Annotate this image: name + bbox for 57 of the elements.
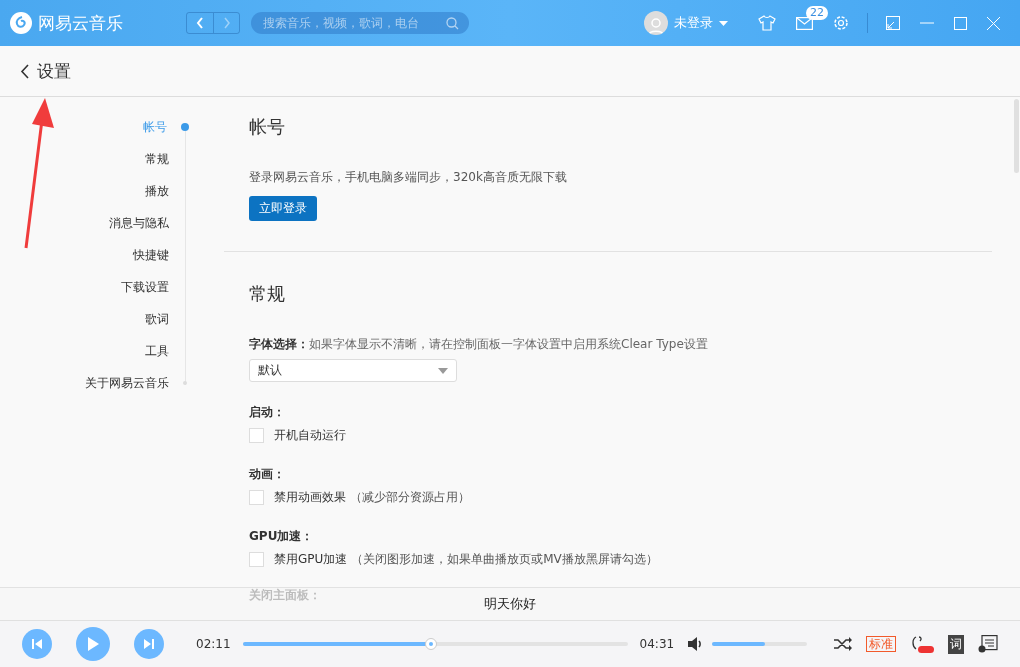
checkbox[interactable] [249,428,264,443]
lyric-button[interactable]: 词 [948,634,964,654]
skip-back-icon[interactable] [32,639,42,649]
account-description: 登录网易云音乐，手机电脑多端同步，320k高音质无限下载 [249,169,568,186]
play-icon[interactable] [87,637,99,651]
lyric-line: 明天你好 [484,595,536,613]
previous-button[interactable] [22,629,52,659]
slider-handle[interactable] [425,638,438,650]
section-title: 帐号 [249,115,286,139]
mini-mode-icon[interactable] [886,16,900,30]
font-dropdown[interactable]: 默认 [249,359,457,382]
search-icon [446,16,459,30]
setting-label: GPU加速： [249,528,315,545]
caret-icon[interactable] [438,367,448,374]
checkbox-label[interactable]: 禁用GPU加速 （关闭图形加速，如果单曲播放页或MV播放黑屏请勾选） [274,551,658,568]
settings-nav-item[interactable]: 下载设置 [0,271,188,303]
settings-nav-item[interactable]: 消息与隐私 [0,207,188,239]
elapsed-time: 02:11 [196,637,231,651]
settings-nav-item[interactable]: 常规 [0,143,188,175]
chevron-left-icon[interactable] [196,17,204,29]
shuffle-icon[interactable] [834,637,852,651]
setting-label: 动画： [249,466,286,483]
checkbox[interactable] [249,552,264,567]
playlist-icon[interactable] [978,635,998,653]
total-time: 04:31 [639,637,675,651]
play-button[interactable] [76,627,110,661]
login-button[interactable]: 立即登录 [249,196,317,221]
close-icon[interactable] [987,16,1000,30]
shirt-icon[interactable] [758,15,776,31]
avatar-icon[interactable] [644,11,668,35]
scrollbar[interactable] [1014,99,1019,173]
logo-icon [10,12,32,34]
checkbox-label[interactable]: 禁用动画效果 （减少部分资源占用） [274,489,470,506]
next-button[interactable] [134,629,164,659]
progress-slider[interactable] [242,638,628,650]
setting-label: 启动： [249,404,286,421]
settings-icon[interactable] [833,15,849,31]
mail-icon[interactable] [796,16,813,30]
message-count: 22 [806,5,828,20]
page-title: 设置 [37,59,71,83]
settings-nav-item[interactable]: 歌词 [0,303,188,335]
section-title: 常规 [249,282,286,306]
skip-forward-icon[interactable] [144,639,154,649]
checkbox[interactable] [249,490,264,505]
settings-nav-item[interactable]: 关于网易云音乐 [0,367,188,399]
search-field[interactable]: 搜索音乐，视频，歌词，电台 [251,12,469,34]
checkbox-label[interactable]: 开机自动运行 [274,427,346,444]
settings-nav-item[interactable]: 工具 [0,335,188,367]
caret-icon[interactable] [719,20,728,26]
back-button[interactable] [20,63,29,79]
setting-label: 关闭主面板： [249,587,321,604]
setting-label: 字体选择：如果字体显示不清晰，请在控制面板一字体设置中启用系统Clear Type设置 [249,336,709,353]
app-name: 网易云音乐 [38,11,123,35]
chevron-right-icon[interactable] [222,17,231,29]
settings-nav-item[interactable]: 播放 [0,175,188,207]
maximize-icon[interactable] [954,16,967,30]
settings-nav-item[interactable]: 快捷键 [0,239,188,271]
